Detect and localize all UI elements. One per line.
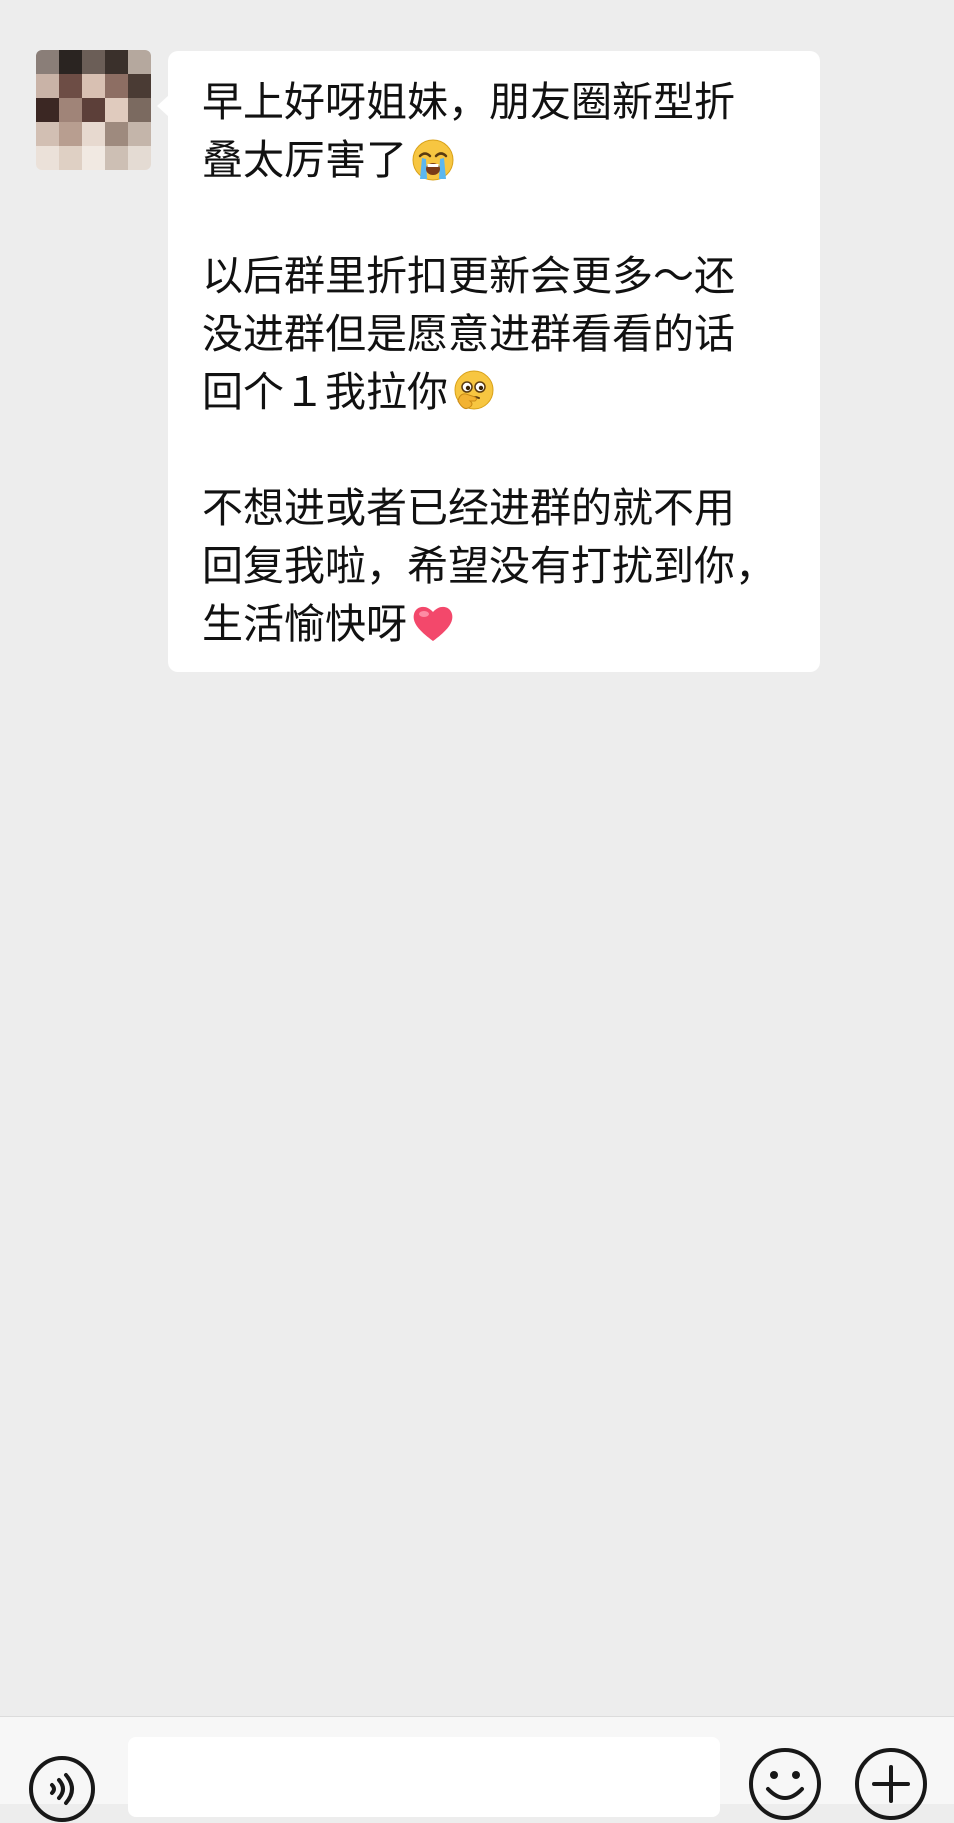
loudly-crying-face-icon [412,139,454,181]
message-text: 回复我啦，希望没有打扰到你， [202,542,776,590]
chat-area: 早上好呀姐妹，朋友圈新型折 叠太厉害了以后群里折扣更新会更多～还 没进群但是愿意进群… [0,0,954,1716]
message-line: 叠太厉害了 [202,131,790,189]
thinking-face-icon [454,370,494,410]
input-bar [0,1716,954,1822]
red-heart-icon [413,606,453,641]
message-text: 不想进或者已经进群的就不用 [202,484,735,532]
message-text: 早上好呀姐妹，朋友圈新型折 [202,78,735,126]
avatar[interactable] [36,50,151,170]
message-text: 叠太厉害了 [202,136,407,184]
message-text: 回个１我拉你 [202,368,448,416]
message-text: 生活愉快呀 [202,600,407,648]
message-bubble[interactable]: 早上好呀姐妹，朋友圈新型折 叠太厉害了以后群里折扣更新会更多～还 没进群但是愿意进群… [157,51,820,672]
voice-icon[interactable] [28,1755,96,1823]
emoji-icon[interactable] [748,1747,822,1821]
message-line: 回个１我拉你 [202,363,790,421]
message-text: 没进群但是愿意进群看看的话 [202,310,735,358]
message-line: 回复我啦，希望没有打扰到你， [202,537,790,595]
message-line: 以后群里折扣更新会更多～还 [202,247,790,305]
message-line: 没进群但是愿意进群看看的话 [202,305,790,363]
message-text: 以后群里折扣更新会更多～还 [202,252,735,300]
plus-icon[interactable] [854,1747,928,1821]
message-input[interactable] [128,1737,720,1817]
message-line: 不想进或者已经进群的就不用 [202,479,790,537]
message-line: 早上好呀姐妹，朋友圈新型折 [202,73,790,131]
message-line: 生活愉快呀 [202,595,790,653]
